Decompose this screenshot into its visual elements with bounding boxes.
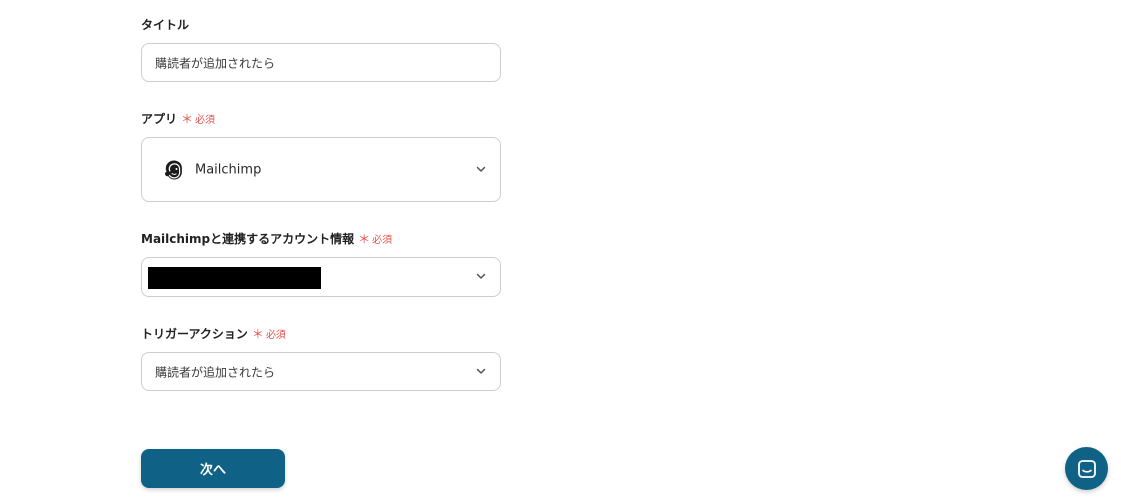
- app-label-text: アプリ: [141, 112, 178, 126]
- trigger-label-text: トリガーアクション: [141, 327, 248, 341]
- chevron-down-icon: [476, 166, 486, 172]
- mailchimp-logo-icon: [162, 158, 186, 182]
- title-field-label: タイトル: [141, 17, 189, 33]
- next-button[interactable]: 次へ: [141, 449, 285, 488]
- account-select[interactable]: [141, 257, 501, 297]
- chevron-down-icon: [476, 273, 486, 279]
- account-label-text: Mailchimpと連携するアカウント情報: [141, 232, 355, 246]
- account-field-label: Mailchimpと連携するアカウント情報＊必須: [141, 231, 392, 249]
- chevron-down-icon: [476, 368, 486, 374]
- title-input-value: 購読者が追加されたら: [155, 56, 276, 70]
- title-input[interactable]: 購読者が追加されたら: [141, 43, 501, 82]
- required-asterisk: ＊: [251, 327, 264, 341]
- required-asterisk: ＊: [181, 112, 194, 126]
- chat-support-button[interactable]: [1065, 447, 1108, 490]
- chat-icon: [1077, 459, 1096, 478]
- selected-app-name: Mailchimp: [195, 162, 262, 177]
- app-field-label: アプリ＊必須: [141, 111, 215, 129]
- required-text: 必須: [265, 330, 286, 341]
- redacted-account-value: [148, 267, 321, 289]
- required-asterisk: ＊: [358, 232, 371, 246]
- trigger-field-label: トリガーアクション＊必須: [141, 326, 286, 344]
- app-select[interactable]: Mailchimp: [141, 137, 501, 202]
- trigger-action-select[interactable]: 購読者が追加されたら: [141, 352, 501, 391]
- required-text: 必須: [372, 235, 393, 246]
- required-marker: ＊必須: [358, 232, 393, 246]
- required-text: 必須: [195, 115, 216, 126]
- title-label-text: タイトル: [141, 18, 190, 32]
- required-marker: ＊必須: [181, 112, 216, 126]
- trigger-action-value: 購読者が追加されたら: [155, 365, 276, 379]
- required-marker: ＊必須: [251, 327, 286, 341]
